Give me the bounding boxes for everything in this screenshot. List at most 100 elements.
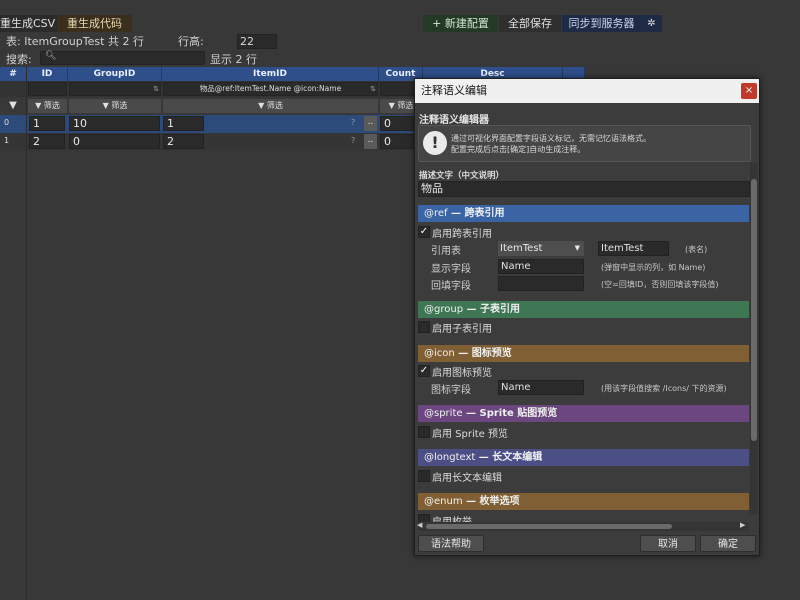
enum-title: — 枚举选项	[462, 496, 520, 507]
row-height-label: 行高:	[178, 35, 204, 48]
icon-field-label: 图标字段	[431, 385, 471, 396]
syntax-help-button[interactable]: 语法帮助	[418, 535, 484, 552]
vertical-scroll-thumb[interactable]	[751, 179, 757, 441]
row-height-input[interactable]: 22	[237, 34, 277, 49]
top-toolbar: 重生成CSV 重生成代码 + 新建配置 全部保存 同步到服务器 ✲	[0, 0, 800, 33]
group-title: — 子表引用	[463, 304, 521, 315]
dialog-body: 注释语义编辑器 ! 通过可视化界面配置字段语义标记，无需记忆语法格式。 配置完成…	[415, 103, 759, 551]
display-field-hint: (弹窗中显示的列，如 Name)	[601, 263, 706, 272]
index-column-divider	[26, 67, 27, 600]
close-icon[interactable]: ×	[741, 83, 757, 99]
group-section-header: @group — 子表引用	[418, 301, 749, 318]
icon-field-input[interactable]: Name	[498, 380, 584, 395]
sort-icon[interactable]: ⇅	[370, 83, 376, 95]
enum-tag: @enum	[424, 496, 463, 507]
icon-title: — 图标预览	[454, 348, 512, 359]
itemid-cell[interactable]: 2	[163, 134, 204, 149]
search-row: 搜索: 🔍︎ 显示 2 行	[0, 50, 800, 66]
enable-sprite-label: 启用 Sprite 预览	[432, 429, 509, 440]
horizontal-scroll-thumb[interactable]	[426, 524, 672, 529]
icon-tag: @icon	[424, 348, 455, 359]
ref-table-name-input[interactable]: ItemTest	[598, 241, 669, 256]
itemid-cell[interactable]: 1	[163, 116, 204, 131]
column-header-groupid[interactable]: GroupID	[68, 67, 162, 81]
chevron-down-icon: ▼	[574, 244, 580, 252]
id-meta-input[interactable]	[28, 82, 67, 96]
ref-picker-button[interactable]: ..	[364, 116, 377, 131]
horizontal-scrollbar[interactable]: ◀ ▶	[417, 521, 749, 531]
new-config-button[interactable]: + 新建配置	[423, 15, 498, 32]
confirm-button[interactable]: 确定	[700, 535, 756, 552]
ref-table-hint: (表名)	[685, 245, 708, 254]
enable-group-label: 启用子表引用	[432, 324, 492, 335]
column-header-id[interactable]: ID	[27, 67, 68, 81]
ref-table-select[interactable]: ItemTest ▼	[498, 241, 584, 256]
search-input[interactable]: 🔍︎	[40, 51, 205, 65]
enable-icon-label: 启用图标预览	[432, 368, 492, 379]
row-index: 0	[4, 118, 10, 127]
longtext-tag: @longtext	[424, 452, 476, 463]
sync-to-server-button[interactable]: 同步到服务器	[562, 15, 641, 32]
info-tip-box: ! 通过可视化界面配置字段语义标记，无需记忆语法格式。 配置完成后点击[确定]自…	[418, 125, 751, 162]
enable-icon-row[interactable]: ✓ 启用图标预览	[418, 364, 618, 379]
groupid-meta-input[interactable]: ⇅	[69, 82, 161, 96]
icon-field-hint: (用该字段值搜索 /Icons/ 下的资源)	[601, 384, 727, 393]
enable-longtext-checkbox[interactable]	[418, 470, 430, 482]
scroll-left-icon[interactable]: ◀	[417, 521, 422, 529]
enable-sprite-checkbox[interactable]	[418, 426, 430, 438]
enable-longtext-row[interactable]: 启用长文本编辑	[418, 469, 618, 484]
vertical-scrollbar[interactable]	[750, 163, 758, 514]
ref-picker-button[interactable]: ..	[364, 134, 377, 149]
ref-table-select-value: ItemTest	[500, 243, 543, 254]
id-filter-button[interactable]: ▼ 筛选	[28, 99, 67, 113]
itemid-meta-text: 物品@ref:ItemTest.Name @icon:Name	[199, 84, 342, 93]
scroll-right-icon[interactable]: ▶	[740, 521, 745, 529]
enable-ref-checkbox[interactable]: ✓	[418, 226, 430, 238]
enable-enum-row[interactable]: 启用枚举	[418, 513, 618, 522]
ref-lookup-question-icon[interactable]: ?	[351, 118, 355, 127]
icon-section-header: @icon — 图标预览	[418, 345, 749, 362]
sprite-tag: @sprite	[424, 408, 463, 419]
fill-field-hint: (空=回填ID，否则回填该字段值)	[601, 280, 719, 289]
filter-toggle-icon[interactable]: ▼	[2, 99, 24, 113]
enable-enum-label: 启用枚举	[432, 513, 472, 522]
info-exclamation-icon: !	[423, 131, 447, 155]
groupid-cell[interactable]: 10	[69, 116, 160, 131]
tip-line-1: 通过可视化界面配置字段语义标记，无需记忆语法格式。	[451, 134, 651, 143]
fill-field-input[interactable]	[498, 276, 584, 291]
groupid-cell[interactable]: 0	[69, 134, 160, 149]
row-count-label: 共 2 行	[108, 35, 144, 48]
sprite-title: — Sprite 贴图预览	[462, 408, 558, 419]
dialog-title-bar[interactable]: 注释语义编辑 ×	[415, 79, 759, 103]
groupid-filter-button[interactable]: ▼ 筛选	[69, 99, 161, 113]
description-input[interactable]: 物品	[418, 181, 750, 197]
settings-gear-icon[interactable]: ✲	[641, 15, 662, 32]
fill-field-label: 回填字段	[431, 281, 471, 292]
id-cell[interactable]: 2	[29, 134, 65, 149]
sort-icon[interactable]: ⇅	[153, 83, 159, 95]
table-name-label: 表: ItemGroupTest	[6, 35, 105, 48]
editor-heading: 注释语义编辑器	[419, 115, 489, 126]
longtext-section-header: @longtext — 长文本编辑	[418, 449, 749, 466]
regenerate-csv-button[interactable]: 重生成CSV	[0, 15, 57, 32]
ref-lookup-question-icon[interactable]: ?	[351, 136, 355, 145]
column-header-index[interactable]: #	[0, 67, 27, 81]
row-index: 1	[4, 136, 10, 145]
dialog-title: 注释语义编辑	[421, 84, 487, 97]
sprite-section-header: @sprite — Sprite 贴图预览	[418, 405, 749, 422]
enable-sprite-row[interactable]: 启用 Sprite 预览	[418, 425, 618, 440]
enable-group-row[interactable]: 启用子表引用	[418, 320, 618, 335]
ref-section-header: @ref — 跨表引用	[418, 205, 749, 222]
itemid-filter-button[interactable]: ▼ 筛选	[163, 99, 378, 113]
column-header-itemid[interactable]: ItemID	[162, 67, 379, 81]
save-all-button[interactable]: 全部保存	[499, 15, 561, 32]
itemid-meta-input[interactable]: 物品@ref:ItemTest.Name @icon:Name ⇅	[163, 82, 378, 96]
display-field-input[interactable]: Name	[498, 259, 584, 274]
regenerate-code-button[interactable]: 重生成代码	[57, 15, 132, 32]
ref-title: — 跨表引用	[447, 208, 505, 219]
enable-group-checkbox[interactable]	[418, 321, 430, 333]
cancel-button[interactable]: 取消	[640, 535, 696, 552]
id-cell[interactable]: 1	[29, 116, 65, 131]
enable-ref-row[interactable]: ✓ 启用跨表引用	[418, 225, 618, 240]
enable-icon-checkbox[interactable]: ✓	[418, 365, 430, 377]
